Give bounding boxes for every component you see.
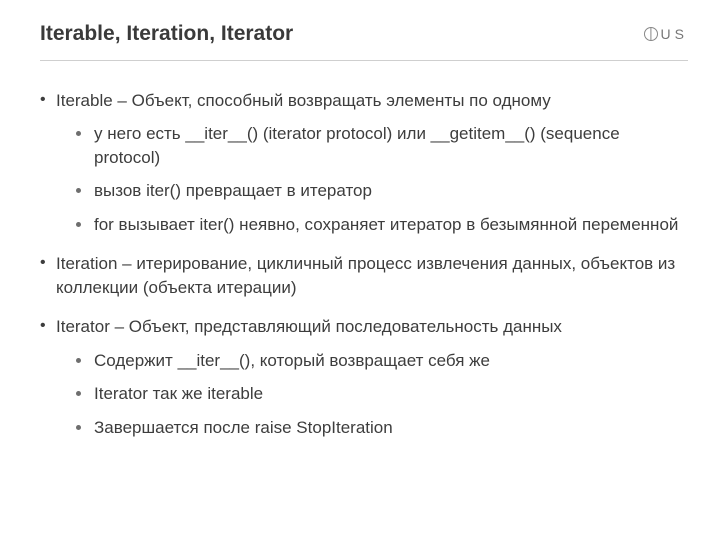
list-item: Iteration – итерирование, цикличный проц… — [40, 252, 688, 299]
slide-title: Iterable, Iteration, Iterator — [40, 22, 293, 46]
list-item: for вызывает iter() неявно, сохраняет ит… — [76, 213, 688, 236]
bullet-list: Iterable – Объект, способный возвращать … — [40, 89, 688, 439]
slide: Iterable, Iteration, Iterator US Iterabl… — [0, 0, 720, 540]
sub-list: у него есть __iter__() (iterator protoco… — [56, 122, 688, 236]
bullet-text: Iterator – Объект, представляющий послед… — [56, 317, 562, 336]
bullet-text: Iterator так же iterable — [94, 384, 263, 403]
list-item: Содержит __iter__(), который возвращает … — [76, 349, 688, 372]
slide-content: Iterable – Объект, способный возвращать … — [40, 61, 688, 439]
logo-text: US — [661, 26, 688, 42]
bullet-text: Содержит __iter__(), который возвращает … — [94, 351, 490, 370]
list-item: вызов iter() превращает в итератор — [76, 179, 688, 202]
bullet-text: for вызывает iter() неявно, сохраняет ит… — [94, 215, 678, 234]
list-item: Iterator так же iterable — [76, 382, 688, 405]
list-item: у него есть __iter__() (iterator protoco… — [76, 122, 688, 169]
list-item: Iterable – Объект, способный возвращать … — [40, 89, 688, 236]
bullet-text: Iteration – итерирование, цикличный проц… — [56, 254, 675, 296]
list-item: Iterator – Объект, представляющий послед… — [40, 315, 688, 439]
bullet-text: у него есть __iter__() (iterator protoco… — [94, 124, 620, 166]
list-item: Завершается после raise StopIteration — [76, 416, 688, 439]
slide-header: Iterable, Iteration, Iterator US — [40, 22, 688, 61]
bullet-text: Iterable – Объект, способный возвращать … — [56, 91, 551, 110]
logo-circle-icon — [644, 27, 658, 41]
sub-list: Содержит __iter__(), который возвращает … — [56, 349, 688, 439]
bullet-text: Завершается после raise StopIteration — [94, 418, 393, 437]
bullet-text: вызов iter() превращает в итератор — [94, 181, 372, 200]
logo: US — [644, 26, 688, 42]
